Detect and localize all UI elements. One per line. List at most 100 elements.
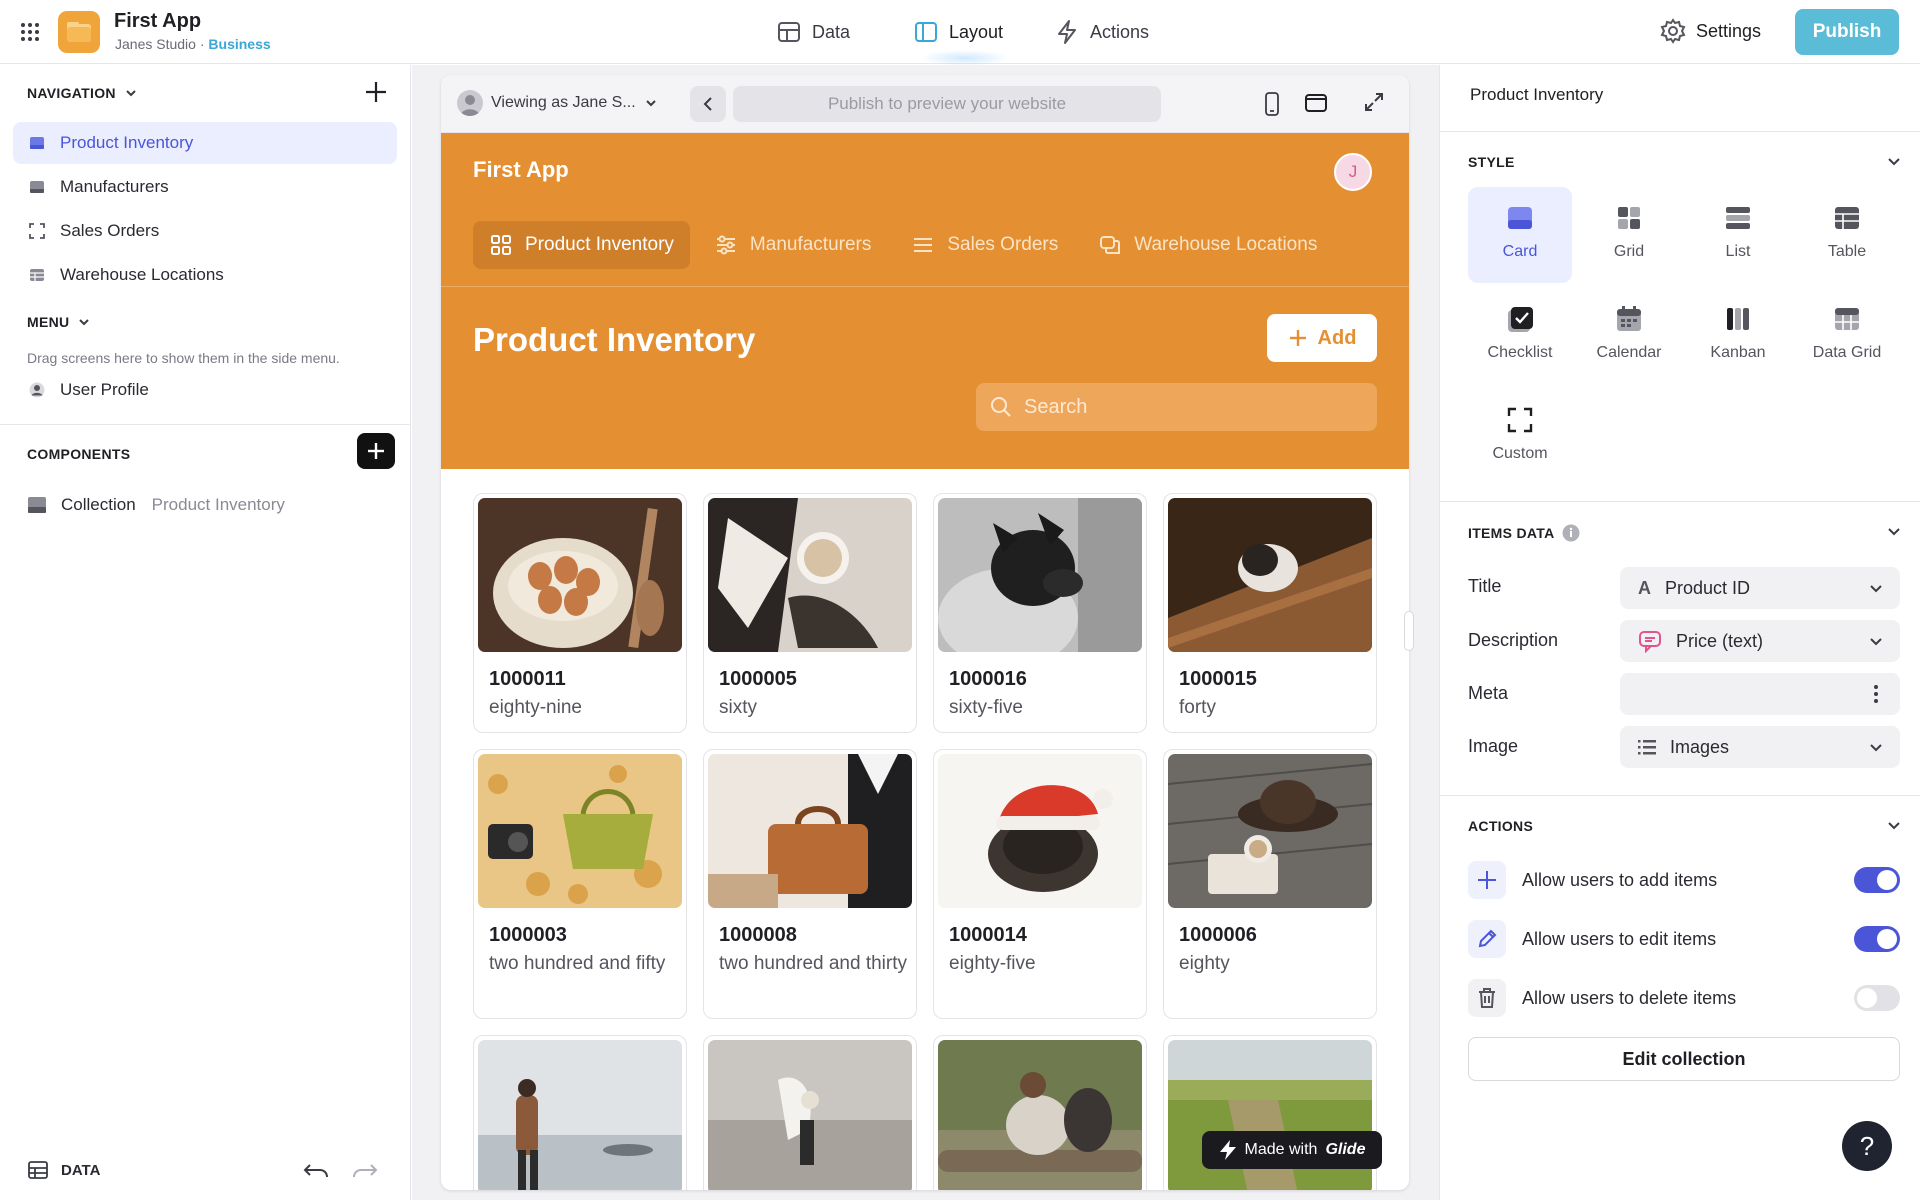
collapse-actions-icon[interactable]: [1885, 816, 1903, 834]
top-nav-data[interactable]: Data: [776, 0, 850, 64]
edit-items-toggle[interactable]: [1854, 926, 1900, 952]
sidebar-item-warehouse-locations[interactable]: Warehouse Locations: [13, 254, 397, 296]
style-option-grid[interactable]: Grid: [1577, 187, 1681, 283]
meta-field-select[interactable]: [1620, 673, 1900, 715]
search-input[interactable]: Search: [976, 383, 1377, 431]
delete-items-toggle[interactable]: [1854, 985, 1900, 1011]
collapse-style-icon[interactable]: [1885, 152, 1903, 170]
style-option-calendar[interactable]: Calendar: [1577, 288, 1681, 384]
card-icon: [27, 495, 47, 515]
field-value: Images: [1670, 736, 1730, 757]
action-edit-items: Allow users to edit items: [1468, 920, 1900, 958]
chevron-down-icon: [644, 96, 658, 110]
settings-button[interactable]: Settings: [1660, 18, 1761, 44]
undo-icon[interactable]: [302, 1159, 330, 1181]
checklist-style-icon: [1505, 304, 1535, 334]
workspace-label: Janes Studio · Business: [115, 36, 271, 52]
panel-divider: [1440, 795, 1920, 796]
profile-avatar[interactable]: J: [1334, 153, 1372, 191]
more-vertical-icon[interactable]: [1868, 684, 1884, 704]
canvas-resize-handle[interactable]: [1404, 611, 1414, 651]
panel-divider: [1440, 131, 1920, 132]
app-tab-sales-orders[interactable]: Sales Orders: [895, 221, 1074, 269]
plus-icon: [1288, 328, 1308, 348]
field-value: Price (text): [1676, 630, 1764, 651]
menu-heading[interactable]: MENU: [27, 314, 91, 330]
style-option-list[interactable]: List: [1686, 187, 1790, 283]
back-button[interactable]: [690, 86, 726, 122]
bolt-icon: [1054, 19, 1080, 45]
data-footer-button[interactable]: DATA: [27, 1159, 100, 1181]
tablet-icon[interactable]: [1305, 92, 1327, 114]
navigation-heading[interactable]: NAVIGATION: [27, 85, 138, 101]
sidebar-item-manufacturers[interactable]: Manufacturers: [13, 166, 397, 208]
style-option-kanban[interactable]: Kanban: [1686, 288, 1790, 384]
card-item[interactable]: [473, 1035, 687, 1190]
publish-button[interactable]: Publish: [1795, 9, 1899, 55]
grid-style-icon: [1614, 203, 1644, 233]
description-field-select[interactable]: Price (text): [1620, 620, 1900, 662]
card-item[interactable]: [703, 1035, 917, 1190]
style-option-data-grid[interactable]: Data Grid: [1795, 288, 1899, 384]
style-option-label: Custom: [1492, 445, 1548, 462]
top-nav-actions[interactable]: Actions: [1054, 0, 1149, 64]
calendar-icon: [1614, 304, 1644, 334]
style-option-card[interactable]: Card: [1468, 187, 1572, 283]
info-icon[interactable]: [1562, 524, 1580, 542]
style-option-label: Table: [1827, 243, 1867, 260]
app-logo-icon[interactable]: [58, 11, 100, 53]
viewing-as-label: Viewing as Jane S...: [491, 94, 636, 111]
card-title: 1000016: [949, 668, 1027, 690]
sidebar-item-sales-orders[interactable]: Sales Orders: [13, 210, 397, 252]
add-screen-button[interactable]: [363, 79, 389, 105]
preview-url-bar[interactable]: Publish to preview your website: [733, 86, 1161, 122]
card-item[interactable]: 1000003 two hundred and fifty: [473, 749, 687, 1019]
image-field-select[interactable]: Images: [1620, 726, 1900, 768]
style-option-label: Checklist: [1487, 344, 1553, 361]
card-item[interactable]: 1000011 eighty-nine: [473, 493, 687, 733]
card-item[interactable]: 1000014 eighty-five: [933, 749, 1147, 1019]
sidebar-item-product-inventory[interactable]: Product Inventory: [13, 122, 397, 164]
kanban-icon: [1723, 304, 1753, 334]
top-nav-layout-label: Layout: [949, 21, 1004, 42]
style-option-table[interactable]: Table: [1795, 187, 1899, 283]
search-placeholder: Search: [1024, 395, 1088, 418]
actions-heading: ACTIONS: [1468, 818, 1534, 834]
title-field-select[interactable]: A Product ID: [1620, 567, 1900, 609]
sidebar-item-user-profile[interactable]: User Profile: [13, 369, 397, 411]
app-header: First App J Product Inventory Manufactur…: [441, 133, 1409, 469]
table-icon: [776, 19, 802, 45]
sidebar-divider: [0, 424, 411, 425]
phone-icon[interactable]: [1264, 92, 1280, 116]
style-option-checklist[interactable]: Checklist: [1468, 288, 1572, 384]
app-tab-manufacturers[interactable]: Manufacturers: [698, 221, 887, 269]
app-tab-product-inventory[interactable]: Product Inventory: [473, 221, 690, 269]
viewing-as-dropdown[interactable]: Viewing as Jane S...: [457, 90, 658, 116]
action-delete-items: Allow users to delete items: [1468, 979, 1900, 1017]
card-item[interactable]: [933, 1035, 1147, 1190]
collapse-items-icon[interactable]: [1885, 522, 1903, 540]
style-option-custom[interactable]: Custom: [1468, 389, 1572, 485]
add-component-button[interactable]: [357, 433, 395, 469]
card-item[interactable]: 1000005 sixty: [703, 493, 917, 733]
app-tab-warehouse-locations[interactable]: Warehouse Locations: [1082, 221, 1333, 269]
menu-heading-label: MENU: [27, 314, 70, 330]
card-description: two hundred and thirty: [719, 953, 908, 974]
action-label: Allow users to edit items: [1522, 928, 1717, 949]
help-button[interactable]: ?: [1842, 1121, 1892, 1171]
card-item[interactable]: 1000015 forty: [1163, 493, 1377, 733]
expand-icon[interactable]: [1364, 92, 1384, 112]
redo-icon[interactable]: [351, 1159, 379, 1181]
card-style-icon: [1505, 203, 1535, 233]
field-label-image: Image: [1468, 736, 1519, 756]
card-item[interactable]: 1000016 sixty-five: [933, 493, 1147, 733]
edit-collection-button[interactable]: Edit collection: [1468, 1037, 1900, 1081]
component-collection[interactable]: Collection Product Inventory: [27, 495, 285, 515]
add-items-toggle[interactable]: [1854, 867, 1900, 893]
apps-grid-icon[interactable]: [20, 22, 40, 42]
card-item[interactable]: 1000008 two hundred and thirty: [703, 749, 917, 1019]
card-item[interactable]: 1000006 eighty: [1163, 749, 1377, 1019]
text-type-icon: A: [1638, 577, 1651, 598]
made-with-glide-badge[interactable]: Made with Glide: [1202, 1131, 1382, 1169]
add-item-button[interactable]: Add: [1267, 314, 1377, 362]
